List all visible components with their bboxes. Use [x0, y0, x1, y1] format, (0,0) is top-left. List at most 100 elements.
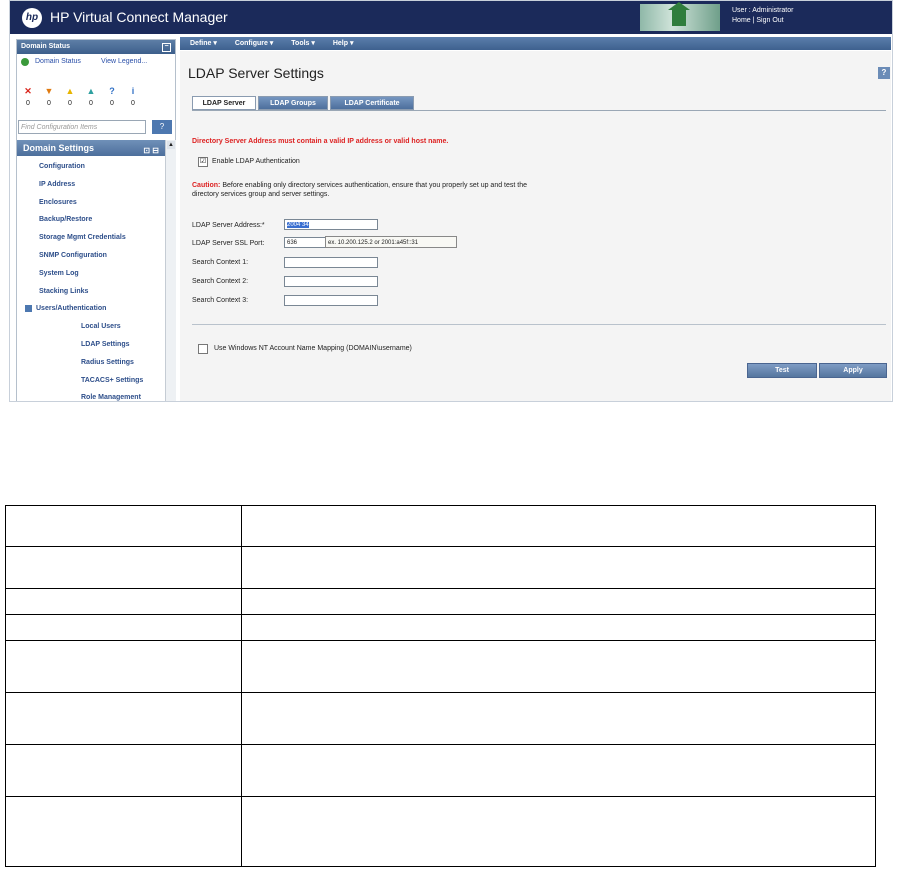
search-context-3-input[interactable]: [284, 295, 378, 306]
sidebar-item[interactable]: Backup/Restore: [17, 211, 165, 229]
status-count: 0: [89, 100, 93, 107]
search-context-2-input[interactable]: [284, 276, 378, 287]
search-context-1-input[interactable]: [284, 257, 378, 268]
search-context-3-label: Search Context 3:: [192, 297, 249, 304]
menu-define[interactable]: Define ▾: [190, 40, 217, 47]
collapse-icon[interactable]: [25, 305, 32, 313]
panel-toggle-icon[interactable]: ⊡ ⊟: [143, 143, 159, 159]
sidebar-item[interactable]: Local Users: [17, 318, 165, 336]
caution-body: Before enabling only directory services …: [192, 182, 528, 198]
left-pane: Domain Status − Domain Status View Legen…: [16, 39, 176, 402]
info-icon[interactable]: i: [128, 86, 138, 96]
apply-button[interactable]: Apply: [819, 363, 887, 378]
help-icon[interactable]: ?: [878, 67, 890, 79]
left-scrollbar[interactable]: ▲: [165, 140, 176, 401]
table-row: [5, 692, 876, 745]
table-cell: [241, 640, 876, 693]
sidebar-item[interactable]: Radius Settings: [17, 354, 165, 372]
sidebar-item-label: Users/Authentication: [36, 305, 107, 313]
sidebar-item-label: IP Address: [39, 180, 76, 188]
sidebar-item-label: Backup/Restore: [39, 216, 93, 224]
ldap-server-address-value: 2004 34: [287, 222, 309, 228]
domain-status-title: Domain Status: [21, 43, 71, 50]
table-cell: [241, 744, 876, 797]
hp-logo: hp: [22, 8, 42, 28]
domain-settings-nav: Configuration IP Address Enclosures Backup/…: [17, 158, 165, 402]
section-divider: [192, 324, 886, 325]
menu-configure[interactable]: Configure ▾: [235, 40, 274, 47]
nt-mapping-checkbox[interactable]: [198, 344, 208, 354]
test-button[interactable]: Test: [747, 363, 817, 378]
table-cell: [5, 546, 242, 589]
table-cell: [241, 505, 876, 547]
view-legend-link[interactable]: View Legend...: [101, 58, 147, 65]
tab-ldap-server[interactable]: LDAP Server: [192, 96, 256, 110]
minimize-icon[interactable]: −: [162, 43, 171, 52]
unknown-icon[interactable]: ?: [107, 86, 117, 96]
table-row: [5, 640, 876, 693]
sidebar-item[interactable]: TACACS+ Settings: [17, 372, 165, 390]
sidebar-item[interactable]: Configuration: [17, 158, 165, 176]
home-signout-links[interactable]: Home | Sign Out: [732, 17, 784, 24]
menu-bar: Define ▾ Configure ▾ Tools ▾ Help ▾: [180, 37, 891, 50]
find-help-button[interactable]: ?: [152, 120, 172, 134]
sidebar-item[interactable]: Role Management: [17, 389, 165, 402]
tab-ldap-certificate[interactable]: LDAP Certificate: [330, 96, 414, 110]
status-count: 0: [110, 100, 114, 107]
error-message: Directory Server Address must contain a …: [192, 138, 449, 145]
status-icons-row: ✕ 0 ▼ 0 ▲ 0 ▲ 0? 0 i 0: [17, 84, 175, 112]
nt-mapping-label: Use Windows NT Account Name Mapping (DOM…: [214, 345, 412, 352]
table-row: [5, 546, 876, 589]
domain-status-link[interactable]: Domain Status: [35, 58, 81, 65]
domain-status-row: Domain Status View Legend...: [17, 54, 175, 70]
table-cell: [5, 640, 242, 693]
table-row: [5, 505, 876, 547]
scroll-up-icon[interactable]: ▲: [167, 141, 175, 149]
critical-icon[interactable]: ✕: [23, 86, 33, 96]
sidebar-item-label: Local Users: [81, 323, 121, 331]
sidebar-item[interactable]: SNMP Configuration: [17, 247, 165, 265]
sidebar-item[interactable]: System Log: [17, 265, 165, 283]
empty-table: [5, 505, 876, 867]
sidebar-item-label: LDAP Settings: [81, 340, 130, 348]
sidebar-item-label: SNMP Configuration: [39, 251, 107, 259]
sidebar-item[interactable]: Enclosures: [17, 194, 165, 212]
ldap-server-address-input[interactable]: 2004 34: [284, 219, 378, 230]
sidebar-item-label: Role Management: [81, 394, 141, 402]
header-bar: hp HP Virtual Connect Manager User : Adm…: [10, 1, 892, 34]
caution-text: Caution: Before enabling only directory …: [192, 181, 552, 199]
address-tooltip: ex. 10.200.125.2 or 2001:a45f::31: [325, 236, 457, 248]
minor-icon[interactable]: ▲: [65, 86, 75, 96]
domain-settings-title: Domain Settings: [23, 143, 95, 153]
menu-tools[interactable]: Tools ▾: [291, 40, 315, 47]
table-cell: [5, 796, 242, 867]
ldap-ssl-port-input[interactable]: 636: [284, 237, 326, 248]
enable-ldap-checkbox[interactable]: ☑: [198, 157, 208, 167]
search-context-2-label: Search Context 2:: [192, 278, 249, 285]
status-count: 0: [47, 100, 51, 107]
table-cell: [5, 588, 242, 615]
sidebar-item[interactable]: Users/Authentication: [17, 300, 165, 318]
find-configuration-input[interactable]: Find Configuration Items: [18, 120, 146, 134]
caution-label: Caution:: [192, 182, 221, 189]
ldap-server-address-label: LDAP Server Address:*: [192, 222, 265, 229]
tab-ldap-groups[interactable]: LDAP Groups: [258, 96, 328, 110]
sidebar-item[interactable]: LDAP Settings: [17, 336, 165, 354]
domain-settings-header: Domain Settings ⊡ ⊟: [17, 140, 165, 156]
table-row: [5, 744, 876, 797]
table-row: [5, 588, 876, 615]
warning-icon[interactable]: ▲: [86, 86, 96, 96]
sidebar-item[interactable]: Storage Mgmt Credentials: [17, 229, 165, 247]
status-count: 0: [131, 100, 135, 107]
table-cell: [5, 614, 242, 641]
enable-ldap-label: Enable LDAP Authentication: [212, 158, 300, 165]
user-label: User : Administrator: [732, 7, 794, 14]
domain-status-header: Domain Status −: [17, 40, 175, 54]
major-icon[interactable]: ▼: [44, 86, 54, 96]
sidebar-item[interactable]: IP Address: [17, 176, 165, 194]
banner-image: [640, 2, 720, 31]
table-cell: [241, 588, 876, 615]
table-cell: [5, 505, 242, 547]
sidebar-item[interactable]: Stacking Links: [17, 283, 165, 301]
menu-help[interactable]: Help ▾: [333, 40, 354, 47]
